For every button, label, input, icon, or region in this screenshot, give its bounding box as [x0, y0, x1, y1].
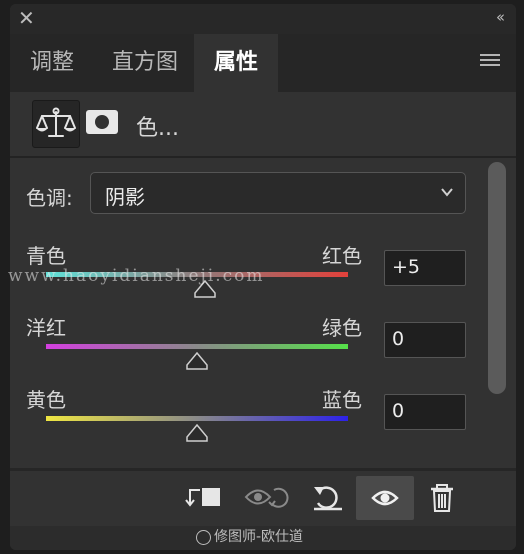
- clip-to-layer-button[interactable]: [180, 476, 236, 520]
- properties-header: 色...: [10, 92, 516, 156]
- slider-right-label: 蓝色: [322, 388, 362, 412]
- slider-right-label: 红色: [322, 244, 362, 268]
- close-icon[interactable]: ✕: [18, 6, 35, 30]
- tab-adjustments[interactable]: 调整: [14, 34, 90, 92]
- adjustment-title: 色...: [136, 116, 179, 141]
- yellow-blue-input[interactable]: 0: [384, 394, 466, 430]
- title-bar: ✕ ‹‹: [10, 4, 516, 34]
- input-value: 0: [392, 400, 405, 422]
- tab-properties[interactable]: 属性: [194, 34, 278, 92]
- view-previous-state-icon: [244, 487, 289, 508]
- slider-thumb[interactable]: [186, 424, 208, 442]
- magenta-green-input[interactable]: 0: [384, 322, 466, 358]
- slider-left-label: 青色: [26, 244, 66, 268]
- cyan-red-input[interactable]: +5: [384, 250, 466, 286]
- tone-label: 色调:: [26, 186, 73, 210]
- input-value: 0: [392, 328, 405, 350]
- weibo-icon: [196, 530, 211, 545]
- scrollbar-thumb[interactable]: [488, 162, 506, 394]
- slider-yellow-blue: 黄色 蓝色 0: [10, 384, 490, 458]
- balance-icon[interactable]: [32, 100, 80, 148]
- panel-menu-icon[interactable]: [480, 54, 500, 68]
- toolbar-divider: [10, 468, 516, 471]
- slider-track[interactable]: [46, 416, 348, 421]
- credit-text: 修图师-欧仕道: [214, 529, 304, 545]
- tab-bar: 调整 直方图 属性: [10, 34, 516, 92]
- visibility-button[interactable]: [356, 476, 414, 520]
- delete-button[interactable]: [414, 476, 470, 520]
- slider-right-label: 绿色: [322, 316, 362, 340]
- reset-button[interactable]: [300, 476, 356, 520]
- input-value: +5: [392, 256, 421, 278]
- eye-icon: [371, 490, 399, 506]
- slider-track[interactable]: [46, 344, 348, 349]
- scrollbar[interactable]: [486, 162, 508, 474]
- slider-left-label: 黄色: [26, 388, 66, 412]
- slider-thumb[interactable]: [186, 352, 208, 370]
- watermark-text: www.haoyidiansheji.com: [8, 266, 265, 286]
- chevron-down-icon: [441, 188, 453, 197]
- reset-icon: [314, 486, 342, 511]
- slider-left-label: 洋红: [26, 316, 66, 340]
- divider: [10, 156, 516, 158]
- mask-icon[interactable]: [86, 110, 118, 134]
- tone-select-value: 阴影: [105, 185, 145, 209]
- clip-to-layer-icon: [185, 488, 220, 507]
- tone-select[interactable]: 阴影: [90, 172, 466, 214]
- collapse-icon[interactable]: ‹‹: [496, 8, 505, 26]
- view-previous-state-button[interactable]: [238, 476, 294, 520]
- trash-icon: [431, 484, 453, 512]
- slider-magenta-green: 洋红 绿色 0: [10, 312, 490, 386]
- tab-histogram[interactable]: 直方图: [90, 34, 200, 92]
